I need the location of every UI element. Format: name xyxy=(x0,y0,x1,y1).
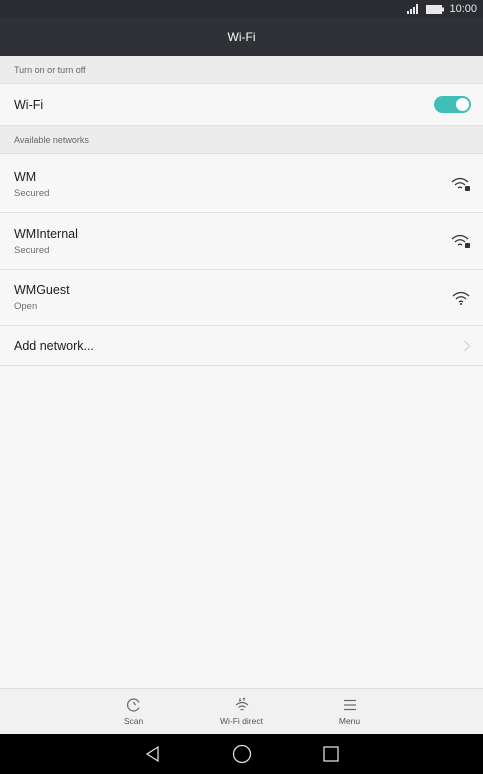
signal-icon xyxy=(407,4,419,14)
wifi-icon xyxy=(452,291,470,305)
wifi-toggle-label: Wi-Fi xyxy=(14,97,44,112)
wifi-toggle-switch[interactable] xyxy=(434,96,471,113)
back-icon[interactable] xyxy=(144,745,162,763)
status-bar: 10:00 xyxy=(0,0,483,18)
network-name: WMGuest xyxy=(14,283,70,297)
navigation-bar xyxy=(0,734,483,774)
network-text: WM Secured xyxy=(14,170,451,199)
toggle-knob xyxy=(456,98,469,111)
add-network-row[interactable]: Add network... xyxy=(0,326,483,366)
scan-icon xyxy=(126,698,140,712)
wifi-toggle-text: Wi-Fi xyxy=(14,98,434,112)
menu-button[interactable]: Menu xyxy=(296,689,404,734)
wifi-settings-screen: 10:00 Wi-Fi Turn on or turn off Wi-Fi Av… xyxy=(0,0,483,774)
chevron-right-icon xyxy=(464,340,471,351)
network-text: WMInternal Secured xyxy=(14,227,451,256)
network-item-wm[interactable]: WM Secured xyxy=(0,156,483,213)
title-bar: Wi-Fi xyxy=(0,18,483,56)
section-header-networks: Available networks xyxy=(0,126,483,154)
network-status: Secured xyxy=(14,244,50,256)
network-text: WMGuest Open xyxy=(14,283,451,312)
section-header-label: Turn on or turn off xyxy=(14,64,86,75)
network-item-wminternal[interactable]: WMInternal Secured xyxy=(0,213,483,270)
section-header-toggle: Turn on or turn off xyxy=(0,56,483,84)
recents-icon[interactable] xyxy=(322,745,340,763)
add-network-label: Add network... xyxy=(14,338,94,353)
network-name: WMInternal xyxy=(14,226,78,241)
network-name: WM xyxy=(14,169,37,184)
scan-label: Scan xyxy=(123,716,144,726)
network-status: Secured xyxy=(14,187,50,199)
network-item-wmguest[interactable]: WMGuest Open xyxy=(0,270,483,326)
status-time: 10:00 xyxy=(449,3,477,15)
menu-label: Menu xyxy=(338,716,361,726)
wifi-direct-label: Wi-Fi direct xyxy=(220,716,263,726)
page-title: Wi-Fi xyxy=(227,30,256,44)
battery-icon xyxy=(426,4,445,14)
network-status: Open xyxy=(14,301,38,312)
home-icon[interactable] xyxy=(232,744,252,764)
wifi-locked-icon xyxy=(451,234,470,248)
wifi-toggle-row[interactable]: Wi-Fi xyxy=(0,84,483,126)
wifi-direct-button[interactable]: Wi-Fi direct xyxy=(188,689,296,734)
wifi-locked-icon xyxy=(451,177,470,191)
menu-icon xyxy=(343,699,356,711)
scan-button[interactable]: Scan xyxy=(80,689,188,734)
action-bar: Scan Wi-Fi direct Menu xyxy=(0,688,483,734)
wifi-direct-icon xyxy=(235,697,248,711)
add-network-text: Add network... xyxy=(14,339,463,353)
section-header-label: Available networks xyxy=(14,134,89,145)
